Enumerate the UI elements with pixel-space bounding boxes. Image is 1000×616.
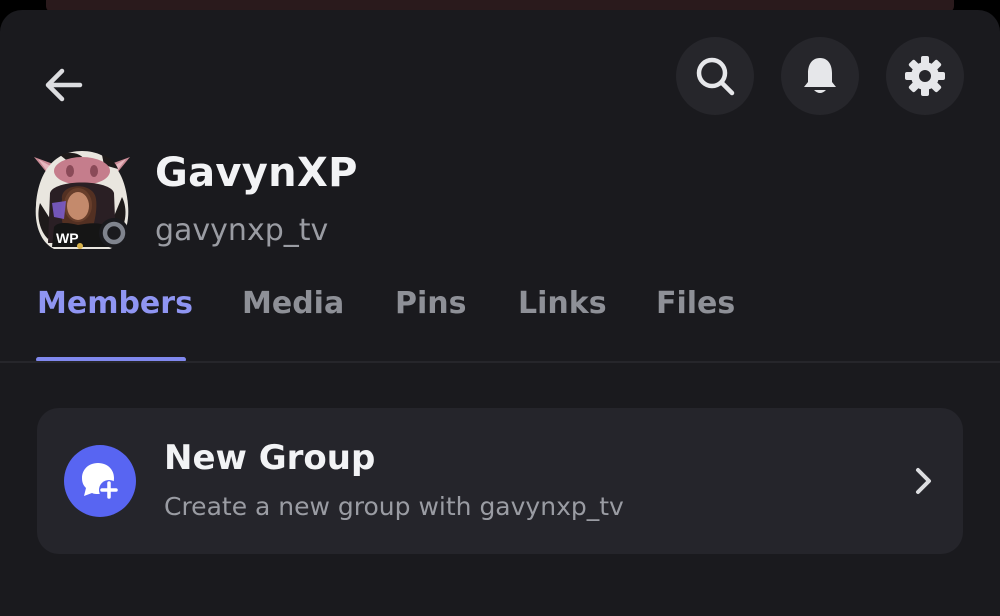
- tab-pins[interactable]: Pins: [395, 286, 466, 321]
- tab-links[interactable]: Links: [518, 286, 607, 321]
- new-group-icon-badge: [64, 445, 136, 517]
- back-button[interactable]: [36, 60, 92, 110]
- settings-button[interactable]: [886, 37, 964, 115]
- cow-avatar-image: WP: [34, 151, 130, 249]
- avatar-shirt-text: WP: [56, 230, 79, 246]
- arrow-left-icon: [45, 68, 83, 102]
- chat-bubble-plus-icon: [82, 463, 119, 500]
- notifications-button[interactable]: [781, 37, 859, 115]
- bell-icon: [804, 58, 836, 93]
- search-icon: [696, 57, 735, 96]
- new-group-title: New Group: [164, 438, 376, 478]
- tab-members[interactable]: Members: [37, 286, 193, 321]
- tab-files[interactable]: Files: [656, 286, 735, 321]
- avatar[interactable]: WP: [30, 143, 134, 251]
- new-group-button[interactable]: New Group Create a new group with gavynx…: [37, 408, 963, 554]
- dm-details-sheet: WP GavynXP gavynxp_tv Members Media Pins…: [0, 10, 1000, 616]
- tab-media[interactable]: Media: [242, 286, 344, 321]
- display-name: GavynXP: [155, 150, 358, 196]
- divider: [0, 361, 1000, 363]
- chevron-right-icon: [916, 468, 931, 494]
- username: gavynxp_tv: [155, 213, 329, 248]
- new-group-subtitle: Create a new group with gavynxp_tv: [164, 492, 624, 521]
- tab-bar: Members Media Pins Links Files: [0, 280, 1000, 362]
- gear-icon: [905, 56, 945, 96]
- search-button[interactable]: [676, 37, 754, 115]
